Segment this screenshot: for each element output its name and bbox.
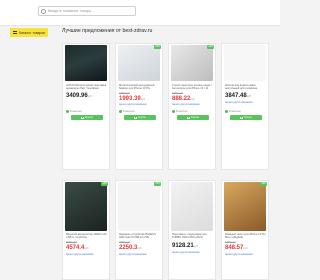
product-image[interactable] [65,182,107,231]
store-link[interactable]: Цена в других магазинах [119,253,147,256]
in-stock-dot-icon [119,110,122,113]
product-image[interactable] [171,45,213,81]
product-image[interactable] [118,45,160,81]
product-price: 3409.96руб [66,93,92,99]
product-price: 888.22руб [172,96,195,102]
price-value: 9128.21 [172,243,194,249]
product-card[interactable]: HOCO Металлическая подставка держатель i… [62,43,110,170]
catalog-button-label: Каталог товаров [19,30,45,35]
price-currency: руб [140,98,145,101]
availability-label: В наличии [176,110,188,113]
cart-icon [134,116,138,119]
cart-icon [240,116,244,119]
price-currency: руб [137,247,142,250]
product-price: 1993.39руб [119,96,145,102]
buy-button[interactable]: Купить [177,115,209,120]
product-price: 3847.48руб [225,93,251,99]
availability: В наличии [119,110,135,113]
availability-label: В наличии [70,110,82,113]
buy-button[interactable]: Купить [71,115,103,120]
product-image[interactable] [171,182,213,231]
price-currency: руб [193,245,198,248]
availability: В наличии [66,110,82,113]
buy-label: Купить [85,116,93,119]
search-icon [41,8,46,14]
discount-badge: -13% [101,182,108,186]
product-price: 9128.21руб [172,243,198,249]
product-title[interactable]: HOCO Металлическая подставка держатель i… [66,84,108,91]
in-stock-dot-icon [172,110,175,113]
discount-badge: -20% [207,45,214,49]
product-title[interactable]: Внешний аккумулятор 10000 mAh USB-C / Li… [66,233,108,240]
store-link[interactable]: Цена в других магазинах [172,251,200,254]
in-stock-dot-icon [225,110,228,113]
price-currency: руб [87,95,92,98]
product-card[interactable]: -20% Металлический антиударный бампер дл… [115,43,163,170]
product-card[interactable]: -20% Стекло защитное на весь экран / Ант… [168,43,216,170]
old-price: 1099 руб [172,92,183,95]
product-title[interactable]: Зарядное устройство BASEUS 30W GaN 2xUSB… [119,233,161,240]
price-value: 888.22 [172,96,191,102]
availability: В наличии [225,110,241,113]
buy-button[interactable]: Купить [230,115,262,120]
product-card[interactable]: Штатив для видеосъёмки настольный для те… [221,43,269,170]
product-title[interactable]: Стекло защитное на весь экран / Антишпио… [172,84,214,91]
availability-label: В наличии [123,110,135,113]
product-image[interactable] [118,182,160,231]
store-link[interactable]: Цена в других магазинах [66,253,94,256]
product-card[interactable]: -25% Зарядное устройство BASEUS 30W GaN … [115,180,163,280]
price-value: 1993.39 [119,96,141,102]
section-title: Лучшие предложения от best-zdrav.ru [62,28,153,34]
store-link[interactable]: Цена в других магазинах [225,101,253,104]
top-bar [0,0,280,26]
old-price: 5299 руб [66,241,77,244]
product-card[interactable]: -13% Внешний аккумулятор 10000 mAh USB-C… [62,180,110,280]
buy-button[interactable]: Купить [124,115,156,120]
price-currency: руб [243,247,248,250]
buy-label: Купить [191,116,199,119]
buy-label: Купить [244,116,252,119]
price-currency: руб [246,95,251,98]
product-card[interactable]: -35% Кожаный чехол для iPhone 13 Pro Max… [221,180,269,280]
search-box[interactable] [38,6,136,16]
product-price: 848.57руб [225,245,248,251]
product-title[interactable]: Штатив для видеосъёмки настольный для те… [225,84,267,91]
price-value: 4574.4 [66,245,85,251]
price-currency: руб [190,98,195,101]
store-link[interactable]: Цена в других магазинах [172,103,200,106]
buy-label: Купить [138,116,146,119]
price-currency: руб [84,247,89,250]
availability-label: В наличии [229,110,241,113]
menu-icon [13,31,18,34]
product-image[interactable] [224,182,266,231]
in-stock-dot-icon [66,110,69,113]
product-card[interactable]: Подставка с подогревом для TURBO 1500 L0… [168,180,216,280]
product-title[interactable]: Подставка с подогревом для TURBO 1500 L0… [172,233,214,240]
old-price: 1299 руб [225,241,236,244]
availability: В наличии [172,110,188,113]
price-value: 2250.3 [119,245,138,251]
search-input[interactable] [48,7,132,15]
price-value: 3409.96 [66,93,88,99]
product-image[interactable] [65,45,107,81]
discount-badge: -25% [154,182,161,186]
product-price: 2250.3руб [119,245,142,251]
store-link[interactable]: Цена в других магазинах [225,253,253,256]
cart-icon [187,116,191,119]
product-title[interactable]: Кожаный чехол для iPhone 13 Pro Max с Ma… [225,233,267,240]
catalog-button[interactable]: Каталог товаров [10,28,48,37]
old-price: 2499 руб [119,92,130,95]
price-value: 848.57 [225,245,244,251]
product-image[interactable] [224,45,266,81]
discount-badge: -35% [260,182,267,186]
product-title[interactable]: Металлический антиударный бампер для iPh… [119,84,161,91]
old-price: 2999 руб [119,241,130,244]
price-value: 3847.48 [225,93,247,99]
discount-badge: -20% [154,45,161,49]
product-price: 4574.4руб [66,245,89,251]
store-link[interactable]: Цена в других магазинах [119,103,147,106]
cart-icon [81,116,85,119]
